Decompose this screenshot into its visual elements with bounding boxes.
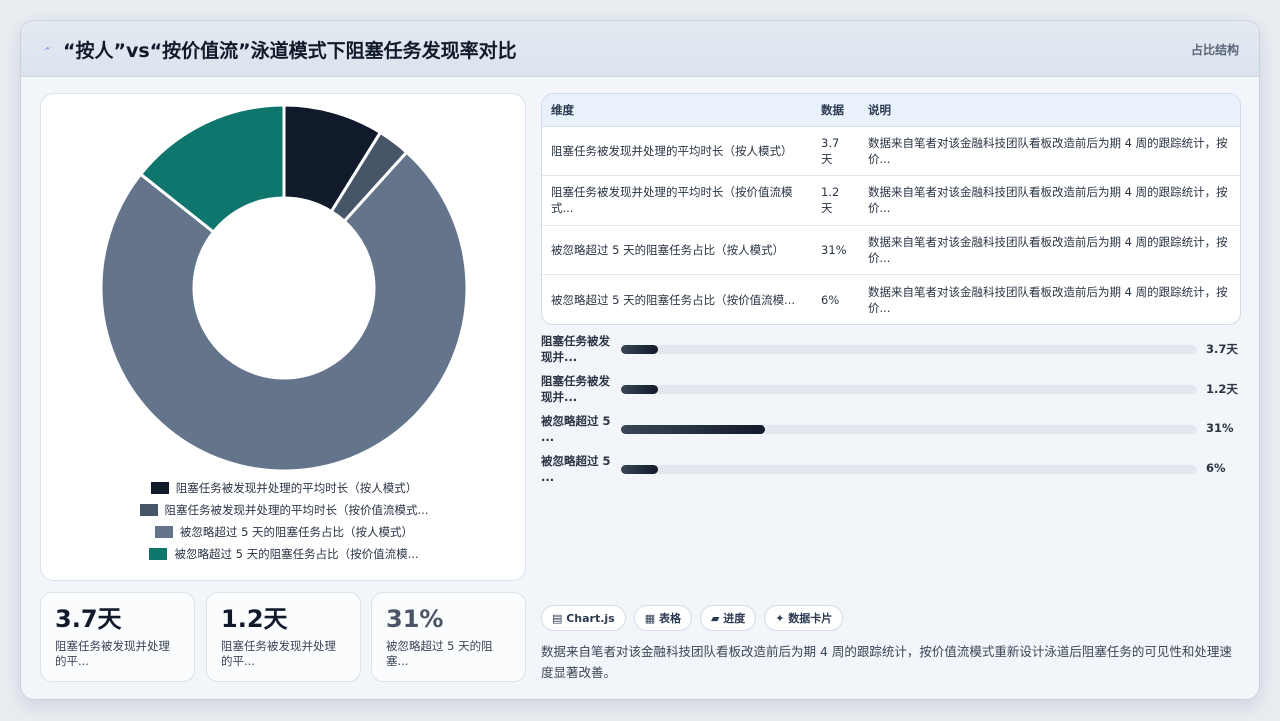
stat-card-2: 1.2天 阻塞任务被发现并处理的平... — [206, 592, 361, 682]
progress-value: 3.7天 — [1206, 342, 1238, 356]
chart-legend: 阻塞任务被发现并处理的平均时长（按人模式） 阻塞任务被发现并处理的平均时长（按价值… — [41, 477, 527, 565]
progress-fill — [621, 385, 658, 394]
chip-data-card[interactable]: ✦ 数据卡片 — [764, 605, 844, 631]
legend-swatch — [149, 548, 168, 560]
legend-label: 阻塞任务被发现并处理的平均时长（按人模式） — [175, 481, 418, 495]
progress-label: 被忽略超过 5 ... — [541, 454, 611, 484]
progress-row: 阻塞任务被发现并... 3.7天 — [541, 333, 1241, 365]
legend-swatch — [154, 526, 173, 538]
legend-swatch — [139, 504, 158, 516]
progress-track — [621, 385, 1197, 394]
table-cell: 阻塞任务被发现并处理的平均时长（按人模式） — [542, 126, 812, 176]
progress-row: 阻塞任务被发现并... 1.2天 — [541, 373, 1241, 405]
progress-value: 6% — [1206, 461, 1226, 475]
stat-card-1: 3.7天 阻塞任务被发现并处理的平... — [40, 592, 195, 682]
table-row: 被忽略超过 5 天的阻塞任务占比（按价值流模... 6% 数据来自笔者对该金融科… — [542, 275, 1240, 325]
table-cell: 6% — [821, 292, 840, 307]
legend-label: 阻塞任务被发现并处理的平均时长（按价值流模式... — [164, 503, 429, 517]
page-title: “按人”vs“按价值流”泳道模式下阻塞任务发现率对比 — [63, 40, 517, 62]
pie-slice-3[interactable] — [99, 150, 469, 473]
legend-label: 被忽略超过 5 天的阻塞任务占比（按人模式） — [179, 525, 414, 539]
table-cell: 数据来自笔者对该金融科技团队看板改造前后为期 4 周的跟踪统计，按价... — [859, 225, 1240, 275]
table-cell: 1.2天 — [812, 175, 859, 226]
table-cell: 阻塞任务被发现并处理的平均时长（按价值流模式... — [542, 175, 812, 226]
table-row: 被忽略超过 5 天的阻塞任务占比（按人模式） 31% 数据来自笔者对该金融科技团… — [542, 225, 1240, 275]
progress-label: 阻塞任务被发现并... — [541, 334, 610, 364]
lightning-icon — [43, 45, 53, 51]
stat-label: 阻塞任务被发现并处理的平... — [221, 639, 336, 668]
table-header-dimension: 维度 — [542, 94, 812, 127]
progress-track — [621, 465, 1197, 474]
table-header-note: 说明 — [859, 94, 1240, 127]
chip-table[interactable]: ▦ 表格 — [633, 605, 692, 631]
legend-item[interactable]: 阻塞任务被发现并处理的平均时长（按人模式） — [41, 477, 527, 499]
legend-item[interactable]: 被忽略超过 5 天的阻塞任务占比（按价值流模... — [41, 543, 527, 565]
header: “按人”vs“按价值流”泳道模式下阻塞任务发现率对比 占比结构 — [21, 21, 1259, 77]
legend-swatch — [150, 482, 169, 494]
table-cell: 31% — [812, 225, 859, 275]
donut-chart — [99, 103, 469, 473]
progress-fill — [621, 465, 658, 474]
progress-row: 被忽略超过 5 ... 6% — [541, 453, 1241, 485]
progress-label: 阻塞任务被发现并... — [541, 374, 610, 404]
footnote: 数据来自笔者对该金融科技团队看板改造前后为期 4 周的跟踪统计，按价值流模式重新… — [541, 644, 1232, 680]
legend-item[interactable]: 被忽略超过 5 天的阻塞任务占比（按人模式） — [41, 521, 527, 543]
table-cell: 被忽略超过 5 天的阻塞任务占比（按人模式） — [542, 225, 812, 275]
view-label[interactable]: 占比结构 — [1191, 41, 1239, 58]
progress-track — [621, 425, 1197, 434]
chip-chartjs[interactable]: ▤ Chart.js — [541, 605, 626, 631]
progress-value: 31% — [1206, 421, 1234, 435]
progress-fill — [621, 425, 765, 434]
chip-progress[interactable]: ▰ 进度 — [699, 605, 757, 631]
stat-label: 阻塞任务被发现并处理的平... — [55, 639, 170, 668]
table-cell: 数据来自笔者对该金融科技团队看板改造前后为期 4 周的跟踪统计，按价... — [859, 175, 1240, 226]
table-cell: 数据来自笔者对该金融科技团队看板改造前后为期 4 周的跟踪统计，按价... — [859, 126, 1240, 176]
stat-value: 1.2天 — [221, 605, 288, 633]
stat-value: 31% — [386, 605, 444, 633]
legend-item[interactable]: 阻塞任务被发现并处理的平均时长（按价值流模式... — [41, 499, 527, 521]
progress-value: 1.2天 — [1206, 382, 1238, 396]
main-card: “按人”vs“按价值流”泳道模式下阻塞任务发现率对比 占比结构 阻塞任务被发现并… — [20, 20, 1260, 700]
table-cell: 被忽略超过 5 天的阻塞任务占比（按价值流模... — [551, 292, 796, 307]
legend-label: 被忽略超过 5 天的阻塞任务占比（按价值流模... — [174, 547, 419, 561]
table-row: 阻塞任务被发现并处理的平均时长（按人模式） 3.7天 数据来自笔者对该金融科技团… — [542, 126, 1240, 176]
table-row: 阻塞任务被发现并处理的平均时长（按价值流模式... 1.2天 数据来自笔者对该金… — [542, 175, 1240, 226]
table-header-data: 数据 — [812, 94, 859, 127]
stat-label: 被忽略超过 5 天的阻塞... — [386, 639, 493, 668]
progress-label: 被忽略超过 5 ... — [541, 414, 611, 444]
chart-panel: 阻塞任务被发现并处理的平均时长（按人模式） 阻塞任务被发现并处理的平均时长（按价值… — [40, 93, 526, 581]
stat-value: 3.7天 — [55, 605, 122, 633]
stat-card-3: 31% 被忽略超过 5 天的阻塞... — [371, 592, 526, 682]
progress-track — [621, 345, 1197, 354]
table-cell: 数据来自笔者对该金融科技团队看板改造前后为期 4 周的跟踪统计，按价... — [868, 284, 1228, 315]
data-table: 维度 数据 说明 阻塞任务被发现并处理的平均时长（按人模式） 3.7天 数据来自… — [541, 93, 1241, 325]
progress-fill — [621, 345, 658, 354]
progress-row: 被忽略超过 5 ... 31% — [541, 413, 1241, 445]
tech-chips: ▤ Chart.js ▦ 表格 ▰ 进度 ✦ 数据卡片 — [541, 605, 844, 631]
table-cell: 3.7天 — [812, 126, 859, 176]
